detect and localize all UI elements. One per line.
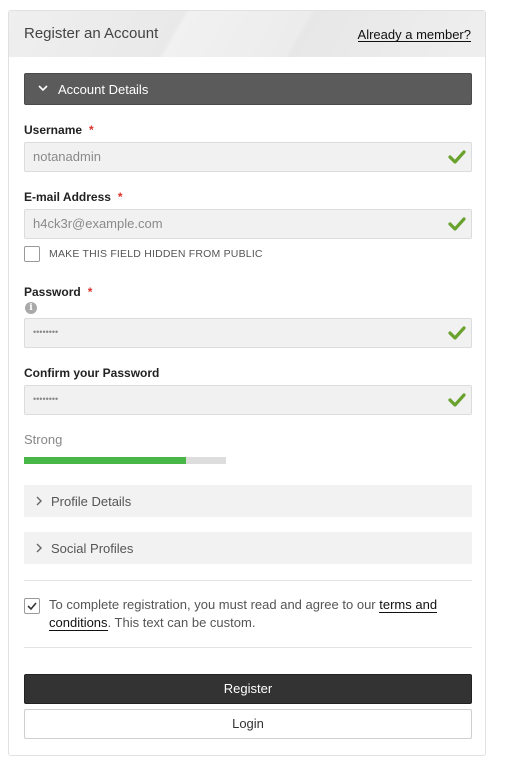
email-field[interactable]: h4ck3r@example.com xyxy=(24,209,472,239)
terms-text-after: . This text can be custom. xyxy=(107,615,256,630)
required-asterisk: * xyxy=(87,285,93,299)
terms-text-before: To complete registration, you must read … xyxy=(49,597,380,612)
chevron-right-icon xyxy=(36,496,42,506)
email-label: E-mail Address * xyxy=(24,190,123,204)
already-member-link[interactable]: Already a member? xyxy=(357,28,471,42)
confirm-password-value: •••••••• xyxy=(33,394,59,404)
confirm-password-label: Confirm your Password xyxy=(24,366,159,380)
info-icon[interactable]: i xyxy=(25,302,37,314)
profile-details-toggle[interactable]: Profile Details xyxy=(24,485,472,517)
password-value: •••••••• xyxy=(33,327,59,337)
required-asterisk: * xyxy=(89,123,94,137)
email-value: h4ck3r@example.com xyxy=(33,216,163,231)
password-strength-fill xyxy=(24,457,186,464)
terms-text: To complete registration, you must read … xyxy=(49,596,459,632)
account-details-toggle[interactable]: Account Details xyxy=(24,73,472,105)
checkmark-icon xyxy=(448,217,466,231)
divider xyxy=(24,580,472,581)
password-strength-label: Strong xyxy=(24,432,63,447)
chevron-down-icon xyxy=(38,85,48,92)
password-label-text: Password xyxy=(24,285,81,299)
account-details-label: Account Details xyxy=(58,82,149,97)
checkmark-icon xyxy=(448,150,466,164)
login-button[interactable]: Login xyxy=(24,709,472,739)
username-label-text: Username xyxy=(24,123,83,137)
hide-email-label: MAKE THIS FIELD HIDDEN FROM PUBLIC xyxy=(49,248,263,260)
page-title: Register an Account xyxy=(24,25,159,42)
password-field[interactable]: •••••••• xyxy=(24,318,472,348)
checkmark-icon xyxy=(27,602,37,611)
required-asterisk: * xyxy=(117,190,123,204)
chevron-right-icon xyxy=(36,543,42,553)
password-strength-meter xyxy=(24,457,226,464)
checkmark-icon xyxy=(448,326,466,340)
email-label-text: E-mail Address xyxy=(24,190,111,204)
divider xyxy=(24,647,472,648)
username-value: notanadmin xyxy=(33,149,101,164)
username-label: Username * xyxy=(24,123,94,137)
terms-checkbox[interactable] xyxy=(24,598,40,614)
confirm-password-label-text: Confirm your Password xyxy=(24,366,160,380)
registration-card: Register an Account Already a member? Ac… xyxy=(8,10,486,756)
profile-details-label: Profile Details xyxy=(51,494,132,509)
username-field[interactable]: notanadmin xyxy=(24,142,472,172)
social-profiles-toggle[interactable]: Social Profiles xyxy=(24,532,472,564)
social-profiles-label: Social Profiles xyxy=(51,541,134,556)
card-header: Register an Account Already a member? xyxy=(9,11,485,57)
checkmark-icon xyxy=(448,393,466,407)
password-label: Password * xyxy=(24,285,92,299)
register-button[interactable]: Register xyxy=(24,674,472,704)
confirm-password-field[interactable]: •••••••• xyxy=(24,385,472,415)
hide-email-checkbox[interactable] xyxy=(24,246,40,262)
